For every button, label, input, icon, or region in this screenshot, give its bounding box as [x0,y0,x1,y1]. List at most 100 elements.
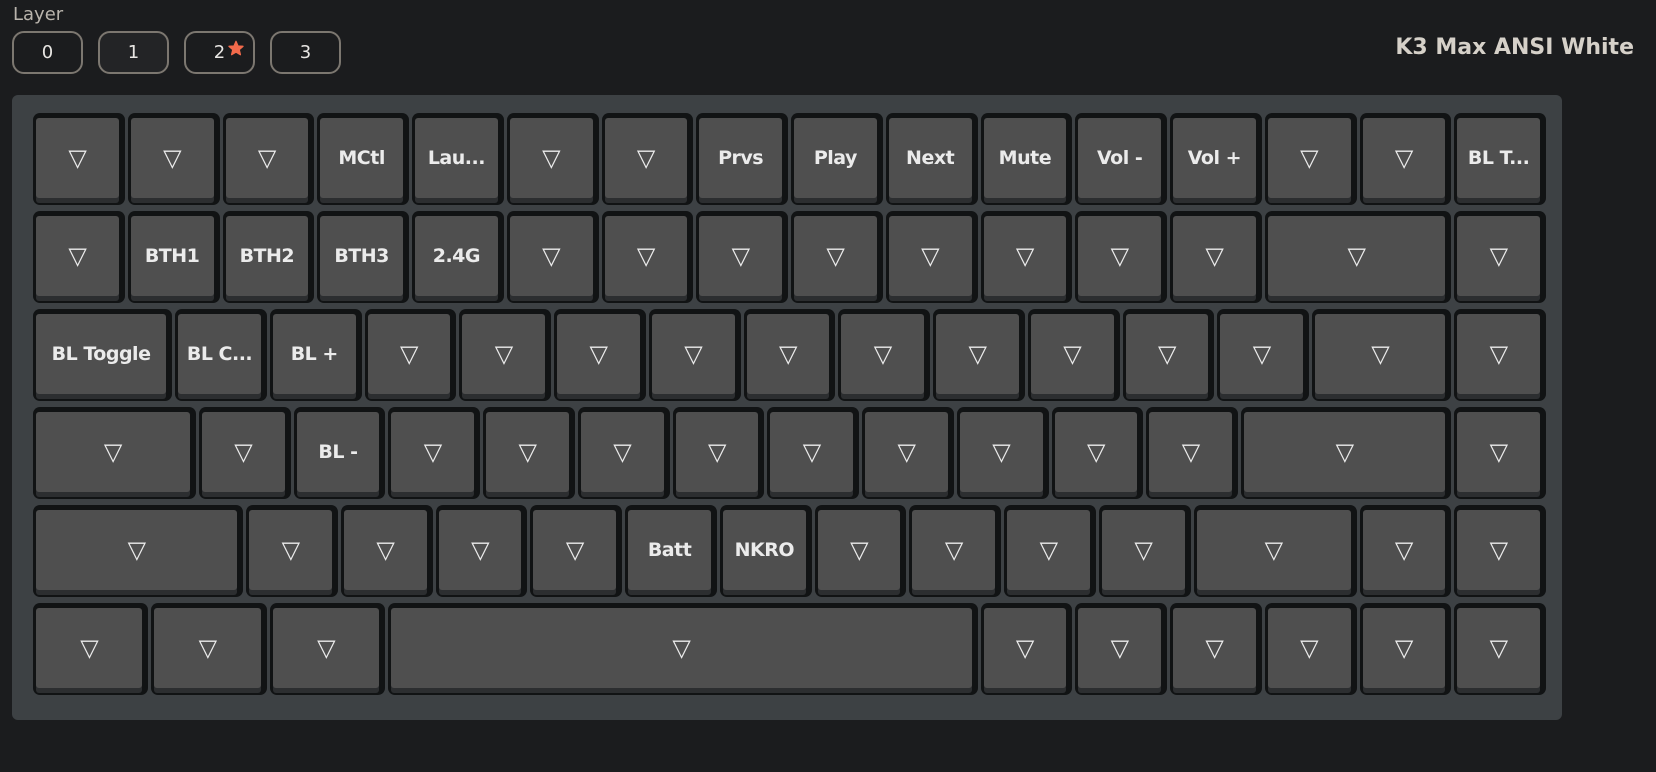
key-transparent[interactable]: ▽ [1075,211,1167,303]
transparent-key-icon: ▽ [1158,340,1176,368]
key-transparent[interactable]: ▽ [767,407,860,499]
key-transparent[interactable]: ▽ [862,407,954,499]
key-transparent[interactable]: ▽ [340,505,433,597]
key-transparent[interactable]: ▽ [1454,407,1546,499]
key-transparent[interactable]: ▽ [483,407,575,499]
key-transparent[interactable]: ▽ [601,211,694,303]
transparent-key-icon: ▽ [1489,438,1508,466]
key-transparent[interactable]: ▽ [506,211,599,303]
key-transparent[interactable]: ▽ [1004,505,1096,597]
key-transparent[interactable]: ▽ [1454,309,1546,401]
transparent-key-icon: ▽ [1394,144,1413,172]
keycap: ▽ [1054,412,1138,492]
key-transparent[interactable]: ▽ [33,407,196,499]
key-bl[interactable]: BL + [269,309,362,401]
key-transparent[interactable]: ▽ [388,603,978,695]
layer-tab-0[interactable]: 0 [12,31,83,74]
keycap: ▽ [343,510,427,590]
key-label: BL + [290,343,339,365]
key-transparent[interactable]: ▽ [222,113,315,205]
key-transparent[interactable]: ▽ [933,309,1025,401]
key-transparent[interactable]: ▽ [814,505,907,597]
key-transparent[interactable]: ▽ [459,309,552,401]
layer-tab-2[interactable]: 2 [184,31,255,74]
key-transparent[interactable]: ▽ [269,603,386,695]
key-mctl[interactable]: MCtl [317,113,409,205]
key-transparent[interactable]: ▽ [980,603,1073,695]
key-vol[interactable]: Vol + [1170,113,1262,205]
key-next[interactable]: Next [885,113,978,205]
key-play[interactable]: Play [791,113,883,205]
key-transparent[interactable]: ▽ [33,505,244,597]
key-transparent[interactable]: ▽ [506,113,599,205]
key-transparent[interactable]: ▽ [956,407,1049,499]
key-transparent[interactable]: ▽ [554,309,646,401]
key-transparent[interactable]: ▽ [1146,407,1239,499]
key-transparent[interactable]: ▽ [838,309,931,401]
key-transparent[interactable]: ▽ [1264,603,1357,695]
key-label: Play [813,147,858,169]
key-transparent[interactable]: ▽ [33,211,125,303]
keycap: ▽ [746,314,830,394]
transparent-key-icon: ▽ [376,536,395,564]
key-transparent[interactable]: ▽ [530,505,623,597]
key-transparent[interactable]: ▽ [601,113,694,205]
key-transparent[interactable]: ▽ [1264,211,1452,303]
key-transparent[interactable]: ▽ [1027,309,1120,401]
layer-tab-3[interactable]: 3 [270,31,341,74]
key-transparent[interactable]: ▽ [980,211,1073,303]
key-transparent[interactable]: ▽ [1193,505,1357,597]
key-transparent[interactable]: ▽ [127,113,220,205]
key-transparent[interactable]: ▽ [364,309,457,401]
key-transparent[interactable]: ▽ [1359,505,1452,597]
key-transparent[interactable]: ▽ [1312,309,1452,401]
key-transparent[interactable]: ▽ [909,505,1002,597]
key-2-4g[interactable]: 2.4G [412,211,504,303]
key-transparent[interactable]: ▽ [388,407,481,499]
key-transparent[interactable]: ▽ [1170,603,1262,695]
key-transparent[interactable]: ▽ [33,113,125,205]
key-transparent[interactable]: ▽ [1454,603,1546,695]
keycap: ▽ [36,412,190,492]
key-bl-toggle[interactable]: BL Toggle [33,309,173,401]
key-nkro[interactable]: NKRO [719,505,812,597]
key-transparent[interactable]: ▽ [435,505,528,597]
key-transparent[interactable]: ▽ [151,603,267,695]
key-transparent[interactable]: ▽ [1217,309,1310,401]
key-prvs[interactable]: Prvs [696,113,788,205]
key-transparent[interactable]: ▽ [1051,407,1144,499]
key-transparent[interactable]: ▽ [1454,505,1546,597]
key-bl-c[interactable]: BL C... [175,309,267,401]
key-transparent[interactable]: ▽ [1264,113,1357,205]
key-bl[interactable]: BL - [293,407,386,499]
key-mute[interactable]: Mute [980,113,1073,205]
key-transparent[interactable]: ▽ [246,505,338,597]
key-transparent[interactable]: ▽ [1170,211,1262,303]
key-bl-t[interactable]: BL T... [1454,113,1546,205]
key-transparent[interactable]: ▽ [791,211,883,303]
key-bth3[interactable]: BTH3 [317,211,409,303]
layer-tab-1[interactable]: 1 [98,31,169,74]
key-bth2[interactable]: BTH2 [222,211,315,303]
key-transparent[interactable]: ▽ [743,309,836,401]
key-transparent[interactable]: ▽ [696,211,788,303]
key-transparent[interactable]: ▽ [1359,603,1452,695]
key-bth1[interactable]: BTH1 [127,211,220,303]
key-transparent[interactable]: ▽ [1241,407,1452,499]
key-transparent[interactable]: ▽ [648,309,741,401]
key-transparent[interactable]: ▽ [1075,603,1167,695]
key-transparent[interactable]: ▽ [672,407,765,499]
key-transparent[interactable]: ▽ [1122,309,1215,401]
key-label: Vol + [1187,147,1242,169]
key-transparent[interactable]: ▽ [1454,211,1546,303]
key-vol[interactable]: Vol - [1075,113,1167,205]
key-lau[interactable]: Lau... [412,113,504,205]
key-batt[interactable]: Batt [625,505,717,597]
key-transparent[interactable]: ▽ [33,603,149,695]
key-transparent[interactable]: ▽ [198,407,291,499]
keycap: ▽ [1220,314,1304,394]
key-transparent[interactable]: ▽ [1359,113,1452,205]
key-transparent[interactable]: ▽ [577,407,670,499]
key-transparent[interactable]: ▽ [885,211,978,303]
key-transparent[interactable]: ▽ [1098,505,1191,597]
